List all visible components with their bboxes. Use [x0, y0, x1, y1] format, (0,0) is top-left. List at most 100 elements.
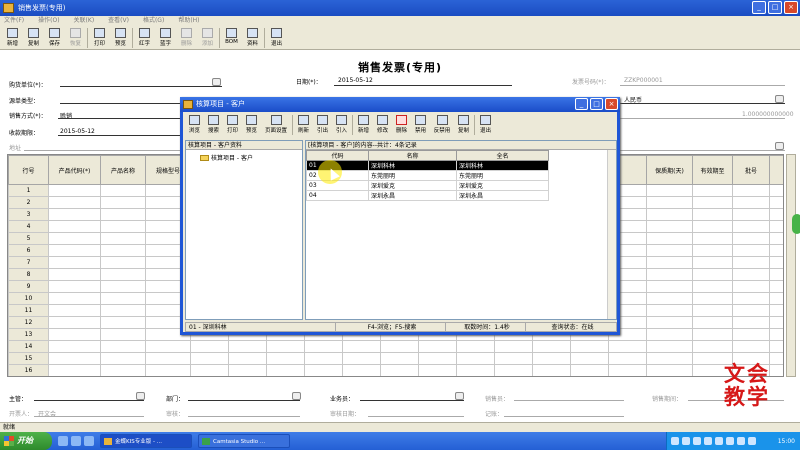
customer-list[interactable]: [核算项目 - 客户]的内容--共计：4条记录 代码 名称 全名 01 深圳科林深…: [305, 140, 617, 320]
grid-cell[interactable]: [646, 280, 693, 293]
grid-column-19[interactable]: 备注: [769, 155, 783, 185]
tray-icon-3[interactable]: [693, 437, 701, 445]
tray-icon-7[interactable]: [737, 437, 745, 445]
grid-cell[interactable]: [692, 184, 733, 197]
grid-cell[interactable]: [145, 340, 191, 353]
grid-cell[interactable]: [48, 316, 101, 329]
dialog-close-button[interactable]: ×: [605, 98, 618, 110]
grid-cell[interactable]: [769, 292, 783, 305]
grid-cell[interactable]: [48, 340, 101, 353]
blue-invoice-button[interactable]: 蓝字: [155, 26, 176, 49]
grid-cell[interactable]: [692, 328, 733, 341]
grid-cell[interactable]: [48, 256, 101, 269]
delete-row-button[interactable]: 删除: [176, 26, 197, 49]
window-titlebar[interactable]: 销售发票(专用) _ □ ×: [0, 0, 800, 16]
grid-cell[interactable]: [646, 208, 693, 221]
grid-cell[interactable]: [100, 244, 146, 257]
menu-link[interactable]: 关联(K): [74, 16, 95, 26]
grid-cell[interactable]: [266, 340, 305, 353]
edit-button[interactable]: 修改: [373, 113, 392, 136]
grid-cell[interactable]: [48, 196, 101, 209]
grid-cell[interactable]: [646, 232, 693, 245]
grid-cell[interactable]: [732, 232, 770, 245]
grid-cell[interactable]: [228, 352, 267, 365]
grid-cell[interactable]: [145, 352, 191, 365]
minimize-button[interactable]: _: [752, 1, 766, 14]
grid-cell[interactable]: [769, 340, 783, 353]
exchange-rate-value[interactable]: 1.000000000000: [742, 111, 794, 118]
grid-cell[interactable]: [304, 340, 343, 353]
tray-icon-4[interactable]: [704, 437, 712, 445]
grid-cell[interactable]: [732, 292, 770, 305]
grid-cell[interactable]: [692, 208, 733, 221]
grid-cell[interactable]: [732, 208, 770, 221]
grid-cell[interactable]: [769, 280, 783, 293]
grid-cell[interactable]: [646, 256, 693, 269]
grid-cell[interactable]: [380, 352, 419, 365]
dialog-new-button[interactable]: 新增: [354, 113, 373, 136]
grid-cell[interactable]: [532, 352, 571, 365]
tray-clock[interactable]: 15:00: [778, 438, 795, 445]
bom-button[interactable]: BOM: [221, 26, 242, 49]
clerk-lookup-button[interactable]: [455, 392, 464, 400]
grid-cell[interactable]: [48, 328, 101, 341]
grid-cell[interactable]: [769, 352, 783, 365]
grid-cell[interactable]: [732, 184, 770, 197]
grid-cell[interactable]: [692, 256, 733, 269]
grid-cell[interactable]: [266, 352, 305, 365]
grid-cell[interactable]: [692, 316, 733, 329]
dialog-minimize-button[interactable]: _: [575, 98, 588, 110]
close-button[interactable]: ×: [784, 1, 798, 14]
category-tree[interactable]: 核算项目 - 客户资料 核算项目 - 客户: [185, 140, 303, 320]
grid-cell[interactable]: [456, 352, 495, 365]
menu-help[interactable]: 帮助(H): [178, 16, 199, 26]
grid-cell[interactable]: [100, 328, 146, 341]
address-field[interactable]: [24, 150, 182, 151]
page-setup-button[interactable]: 页面设置: [261, 113, 291, 136]
grid-column-1[interactable]: 产品代码(*): [48, 155, 101, 185]
dialog-titlebar[interactable]: 核算项目 - 客户 _ □ ×: [180, 97, 620, 112]
list-item[interactable]: 04 深圳永昌 深圳永昌: [306, 190, 549, 201]
grid-cell[interactable]: [100, 292, 146, 305]
list-item[interactable]: 02 东莞丽明 东莞丽明: [306, 170, 549, 181]
dialog-print-button[interactable]: 打印: [223, 113, 242, 136]
grid-cell[interactable]: [769, 232, 783, 245]
copy-button[interactable]: 复制: [23, 26, 44, 49]
taskbar-item-camtasia[interactable]: Camtasia Studio ...: [198, 434, 290, 448]
grid-column-18[interactable]: 批号: [732, 155, 770, 185]
grid-cell[interactable]: [769, 196, 783, 209]
preview-button[interactable]: 预览: [110, 26, 131, 49]
collect-date-value[interactable]: 2015-05-12: [60, 128, 95, 135]
grid-cell[interactable]: [48, 304, 101, 317]
quick-launch-desktop-icon[interactable]: [71, 436, 81, 446]
grid-cell[interactable]: [100, 196, 146, 209]
grid-cell[interactable]: [732, 304, 770, 317]
dept-lookup-button[interactable]: [292, 392, 301, 400]
export-button[interactable]: 引出: [313, 113, 332, 136]
grid-column-2[interactable]: 产品名称: [100, 155, 146, 185]
add-row-button[interactable]: 添加: [197, 26, 218, 49]
grid-cell[interactable]: [732, 340, 770, 353]
search-button[interactable]: 搜索: [204, 113, 223, 136]
tray-icon-2[interactable]: [682, 437, 690, 445]
date-value[interactable]: 2015-05-12: [338, 77, 373, 84]
tree-node-customer[interactable]: 核算项目 - 客户: [200, 153, 253, 162]
grid-cell[interactable]: [100, 184, 146, 197]
grid-cell[interactable]: [48, 184, 101, 197]
table-row[interactable]: 16: [8, 364, 783, 376]
grid-cell[interactable]: [190, 364, 229, 376]
supervisor-lookup-button[interactable]: [136, 392, 145, 400]
dialog-copy-button[interactable]: 复制: [454, 113, 473, 136]
buyer-field[interactable]: [60, 86, 222, 87]
grid-scrollbar[interactable]: [786, 154, 796, 377]
menu-file[interactable]: 文件(F): [4, 16, 24, 26]
list-item[interactable]: 03 深圳爱克 深圳爱克: [306, 180, 549, 191]
print-button[interactable]: 打印: [89, 26, 110, 49]
grid-cell[interactable]: [732, 328, 770, 341]
grid-cell[interactable]: [769, 268, 783, 281]
currency-lookup-button[interactable]: [775, 95, 784, 103]
grid-cell[interactable]: [266, 364, 305, 376]
quick-launch-ie-icon[interactable]: [58, 436, 68, 446]
grid-column-17[interactable]: 有效期至: [692, 155, 733, 185]
column-fullname[interactable]: 全名: [456, 150, 549, 161]
